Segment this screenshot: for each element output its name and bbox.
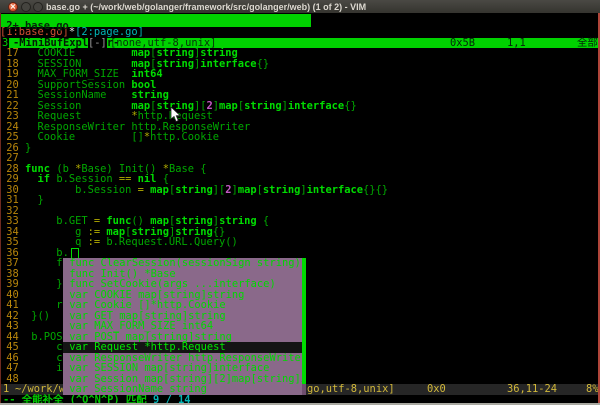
line-number: 47 — [0, 363, 25, 374]
vim-window: × base.go + (~/work/web/golanger/framewo… — [0, 0, 600, 405]
completion-popup: func ClearSession(sessionSign string) fu… — [63, 258, 306, 395]
line-number: 42 — [0, 311, 25, 322]
code-line[interactable]: 18 SESSION map[string]interface{} — [0, 59, 600, 70]
buffer-list: [1:base.go]*[2:page.go] — [0, 27, 600, 38]
completion-item-selected[interactable]: var Request *http.Request — [63, 342, 302, 353]
minibuf-statusline: 3 -MiniBufExplorer- [-] [none,utf-8,unix… — [0, 38, 600, 49]
line-number: 33 — [0, 216, 25, 227]
line-number: 26 — [0, 143, 25, 154]
window-border-left — [0, 13, 1, 405]
completion-item[interactable]: var SessionName string — [63, 384, 302, 395]
completion-item[interactable]: var SESSION map[string]interface — [63, 363, 302, 374]
line-number: 29 — [0, 174, 25, 185]
line-number: 40 — [0, 290, 25, 301]
window-title: base.go + (~/work/web/golanger/framework… — [46, 1, 366, 13]
completion-item[interactable]: func SetCookie(args ...interface) — [63, 279, 302, 290]
line-number: 41 — [0, 300, 25, 311]
code-line[interactable]: 20 SupportSession bool — [0, 80, 600, 91]
line-number: 35 — [0, 237, 25, 248]
code-line[interactable]: 34 g := map[string]string{} — [0, 227, 600, 238]
line-number: 38 — [0, 269, 25, 280]
line-number: 30 — [0, 185, 25, 196]
completion-item[interactable]: func Init() *Base — [63, 269, 302, 280]
line-number: 45 — [0, 342, 25, 353]
code-line[interactable]: 26 } — [0, 143, 600, 154]
completion-item[interactable]: var Session map[string][2]map[string]int… — [63, 374, 302, 385]
minibuf-cursor-pos: 1,1 — [507, 38, 526, 49]
tab-label: 2+ base.go — [0, 20, 75, 32]
line-number: 27 — [0, 153, 25, 164]
code-line[interactable]: 33 b.GET = func() map[string]string { — [0, 216, 600, 227]
close-button[interactable]: × — [8, 2, 18, 12]
completion-item[interactable]: var GET map[string]string — [63, 311, 302, 322]
minibuf-hex-value: 0x5B — [450, 38, 475, 49]
line-number: 44 — [0, 332, 25, 343]
minibuf-fileinfo: [none,utf-8,unix] — [110, 38, 216, 49]
code-line[interactable]: 24 ResponseWriter http.ResponseWriter — [0, 122, 600, 133]
minibuf-flag: [-] — [88, 38, 107, 49]
maximize-button[interactable] — [33, 2, 43, 12]
code-line[interactable]: 29 if b.Session == nil { — [0, 174, 600, 185]
popup-scrollbar-thumb[interactable] — [302, 258, 306, 384]
statusline-scroll-pos: 8% — [586, 384, 599, 395]
completion-item[interactable]: var ResponseWriter http.ResponseWriter — [63, 353, 302, 364]
minimize-button[interactable] — [21, 2, 31, 12]
mouse-cursor — [170, 107, 182, 123]
line-number: 28 — [0, 164, 25, 175]
code-line[interactable]: 35 q := b.Request.URL.Query() — [0, 237, 600, 248]
statusline-cursor-pos: 36,11-24 — [507, 384, 557, 395]
code-line[interactable]: 27 — [0, 153, 600, 164]
code-line[interactable]: 32 — [0, 206, 600, 217]
code-line[interactable]: 21 SessionName string — [0, 90, 600, 101]
completion-item[interactable]: func ClearSession(sessionSign string) — [63, 258, 302, 269]
minibuf-indicator: 3 — [2, 38, 8, 49]
completion-item[interactable]: var COOKIE map[string]string — [63, 290, 302, 301]
minibuf-scroll-pos: 全部 — [577, 38, 598, 49]
code-line[interactable]: 36 b. — [0, 248, 600, 259]
line-number: 46 — [0, 353, 25, 364]
statusline-fileinfo: go,utf-8,unix] — [307, 384, 395, 395]
code-line[interactable]: 31 } — [0, 195, 600, 206]
line-number: 34 — [0, 227, 25, 238]
line-number: 37 — [0, 258, 25, 269]
completion-item[interactable]: var MAX_FORM_SIZE int64 — [63, 321, 302, 332]
code-line[interactable]: 17 COOKIE map[string]string — [0, 48, 600, 59]
tab-current[interactable]: 2+ base.go — [0, 14, 311, 27]
code-line[interactable]: 28 func (b *Base) Init() *Base { — [0, 164, 600, 175]
line-number: 32 — [0, 206, 25, 217]
titlebar: × base.go + (~/work/web/golanger/framewo… — [0, 0, 600, 13]
completion-item[interactable]: var Cookie []*http.Cookie — [63, 300, 302, 311]
tabline: 2+ base.go — [0, 13, 600, 27]
code-line[interactable]: 25 Cookie []*http.Cookie — [0, 132, 600, 143]
statusline-hex-value: 0x0 — [427, 384, 446, 395]
code-line[interactable]: 30 b.Session = map[string][2]map[string]… — [0, 185, 600, 196]
line-number: 36 — [0, 248, 25, 259]
code-line[interactable]: 22 Session map[string][2]map[string]inte… — [0, 101, 600, 112]
line-number: 39 — [0, 279, 25, 290]
completion-items: func ClearSession(sessionSign string) fu… — [63, 258, 306, 395]
line-number: 31 — [0, 195, 25, 206]
code-line[interactable]: 23 Request *http.Request — [0, 111, 600, 122]
completion-item[interactable]: var POST map[string]string — [63, 332, 302, 343]
code-line[interactable]: 19 MAX_FORM_SIZE int64 — [0, 69, 600, 80]
line-number: 43 — [0, 321, 25, 332]
